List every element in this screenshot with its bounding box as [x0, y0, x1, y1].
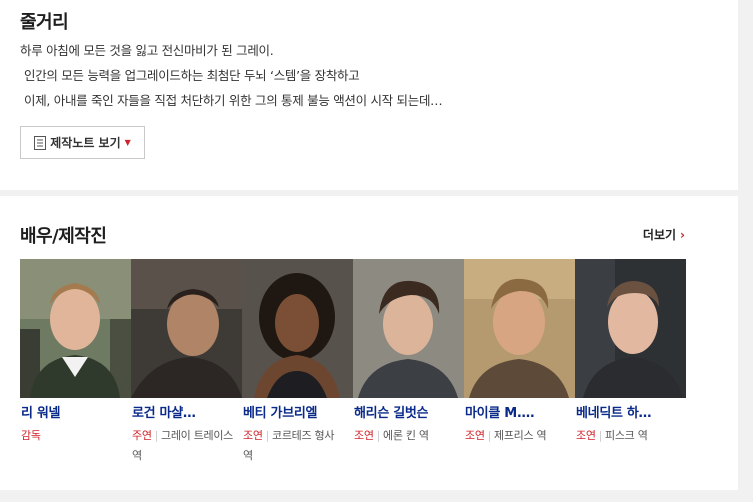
cast-name[interactable]: 해리슨 길벗슨 — [353, 402, 464, 421]
separator: | — [376, 429, 381, 442]
role-type: 주연 — [132, 429, 152, 442]
role-name: 제프리스 역 — [494, 429, 547, 442]
synopsis-title: 줄거리 — [20, 12, 69, 33]
cast-item[interactable]: 베네딕트 하… 조연 | 피스크 역 — [575, 259, 686, 466]
production-note-label: 제작노트 보기 — [50, 136, 121, 150]
role-type: 조연 — [576, 429, 596, 442]
cast-photo[interactable] — [353, 259, 464, 398]
cast-item[interactable]: 리 워넬 감독 — [20, 259, 131, 466]
cast-name[interactable]: 마이클 M.… — [464, 402, 575, 421]
document-icon — [34, 135, 47, 150]
cast-role: 조연 | 제프리스 역 — [464, 426, 569, 446]
cast-role: 주연 | 그레이 트레이스 역 — [131, 426, 236, 466]
separator: | — [265, 429, 270, 442]
more-cast-link[interactable]: 더보기 › — [643, 226, 685, 243]
cast-title: 배우/제작진 — [20, 226, 107, 247]
separator: | — [598, 429, 603, 442]
separator: | — [487, 429, 492, 442]
cast-role: 감독 — [20, 426, 125, 446]
cast-name[interactable]: 베티 가브리엘 — [242, 402, 353, 421]
production-note-button[interactable]: 제작노트 보기 ▼ — [20, 126, 145, 159]
cast-role: 조연 | 코르테즈 형사 역 — [242, 426, 347, 466]
cast-photo[interactable] — [575, 259, 686, 398]
cast-role: 조연 | 에론 킨 역 — [353, 426, 458, 446]
cast-name[interactable]: 리 워넬 — [20, 402, 131, 421]
role-type: 조연 — [243, 429, 263, 442]
cast-item[interactable]: 해리슨 길벗슨 조연 | 에론 킨 역 — [353, 259, 464, 466]
cast-item[interactable]: 베티 가브리엘 조연 | 코르테즈 형사 역 — [242, 259, 353, 466]
cast-name[interactable]: 베네딕트 하… — [575, 402, 686, 421]
cast-photo[interactable] — [20, 259, 131, 398]
vertical-scrollbar[interactable] — [738, 0, 753, 502]
chevron-right-icon: › — [680, 227, 685, 242]
cast-photo[interactable] — [242, 259, 353, 398]
cast-item[interactable]: 로건 마샬… 주연 | 그레이 트레이스 역 — [131, 259, 242, 466]
role-type: 조연 — [354, 429, 374, 442]
role-type: 감독 — [21, 429, 41, 442]
synopsis-section: 줄거리 하루 아침에 모든 것을 잃고 전신마비가 된 그레이. 인간의 모든 … — [0, 0, 738, 190]
synopsis-line: 이제, 아내를 죽인 자들을 직접 처단하기 위한 그의 통제 불능 액션이 시… — [24, 93, 443, 108]
cast-photo[interactable] — [131, 259, 242, 398]
cast-list: 리 워넬 감독 로건 마샬… 주연 | 그레이 트레이스 역 베티 가브리엘 조… — [20, 259, 686, 466]
cast-section: 배우/제작진 더보기 › 리 워넬 감독 로건 마샬… 주연 | 그레이 트레이… — [0, 196, 738, 490]
cast-item[interactable]: 마이클 M.… 조연 | 제프리스 역 — [464, 259, 575, 466]
synopsis-line: 인간의 모든 능력을 업그레이드하는 최첨단 두뇌 ‘스템’을 장착하고 — [24, 68, 360, 83]
synopsis-line: 하루 아침에 모든 것을 잃고 전신마비가 된 그레이. — [20, 43, 274, 58]
caret-down-icon: ▼ — [124, 138, 131, 147]
separator: | — [154, 429, 159, 442]
role-name: 에론 킨 역 — [383, 429, 429, 442]
cast-name[interactable]: 로건 마샬… — [131, 402, 242, 421]
cast-role: 조연 | 피스크 역 — [575, 426, 680, 446]
more-label: 더보기 — [642, 228, 677, 242]
cast-photo[interactable] — [464, 259, 575, 398]
role-name: 피스크 역 — [605, 429, 648, 442]
role-type: 조연 — [465, 429, 485, 442]
